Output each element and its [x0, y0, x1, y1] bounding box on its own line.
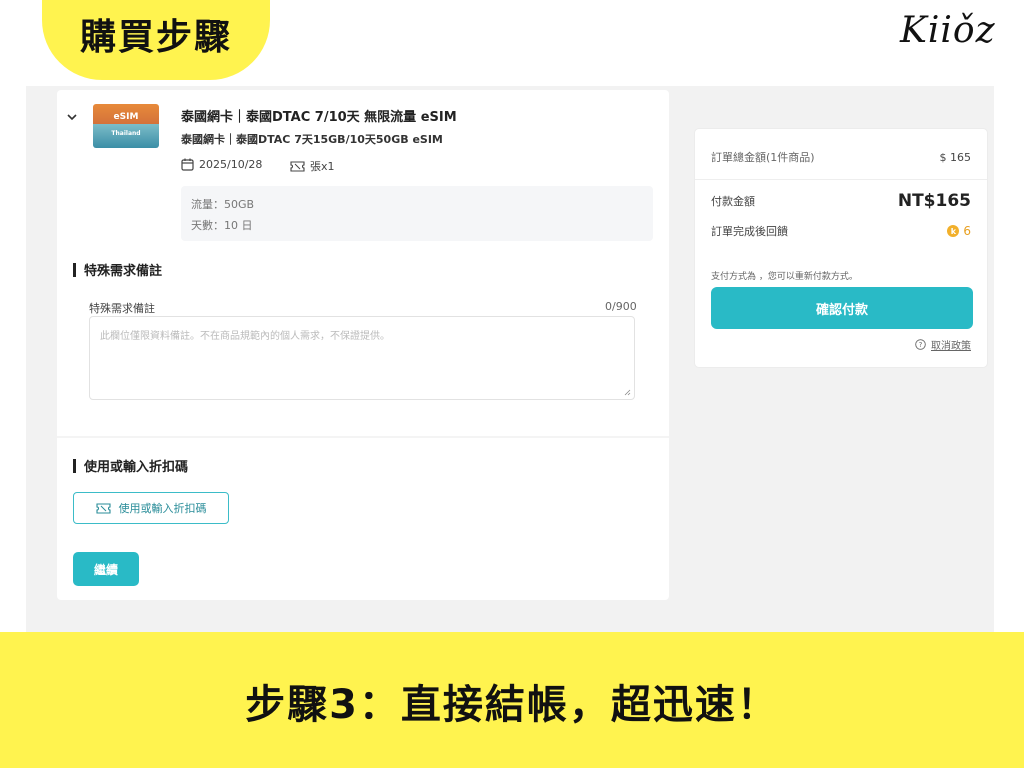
section-marker [73, 262, 76, 277]
thumbnail-sublabel: Thailand [111, 130, 141, 137]
product-thumbnail: eSIM Thailand [93, 104, 159, 148]
page-title: 購買步驟 [79, 17, 232, 58]
header-title-tab: 購買步驟 [42, 0, 270, 80]
coupon-title: 使用或輸入折扣碼 [84, 460, 189, 475]
reward-points: k 6 [947, 224, 971, 238]
checkout-screen: eSIM Thailand 泰國網卡｜泰國DTAC 7/10天 無限流量 eSI… [26, 86, 994, 632]
product-date: 2025/10/28 [181, 158, 262, 171]
coupon-icon [95, 502, 111, 514]
spec-days: 天數：10 日 [191, 219, 253, 232]
reward-value: 6 [963, 224, 971, 238]
reward-label: 訂單完成後回饋 [711, 225, 788, 238]
summary-divider [695, 179, 987, 180]
product-quantity: 張x1 [290, 158, 335, 174]
special-request-title: 特殊需求備註 [84, 264, 163, 279]
special-request-label: 特殊需求備註 [89, 302, 155, 315]
quantity-text: 張x1 [310, 160, 335, 173]
char-counter: 0/900 [605, 300, 637, 313]
ticket-icon [290, 160, 305, 172]
summary-total-row: 訂單總金額(1件商品) $ 165 [711, 149, 971, 165]
special-request-textarea[interactable]: 此欄位僅限資料備註。不在商品規範內的個人需求，不保證提供。 [89, 316, 635, 400]
pay-amount: NT$165 [897, 191, 971, 211]
thumbnail-label: eSIM [113, 112, 139, 122]
policy-label: 取消政策 [931, 341, 971, 352]
product-subtitle: 泰國網卡｜泰國DTAC 7天15GB/10天50GB eSIM [181, 133, 443, 146]
total-label: 訂單總金額(1件商品) [711, 151, 815, 164]
total-value: $ 165 [939, 150, 972, 164]
product-specs: 流量：50GB 天數：10 日 [181, 186, 653, 241]
chevron-down-icon[interactable] [67, 112, 77, 122]
brand-logo: Kiiǒz [900, 10, 996, 51]
calendar-icon [181, 158, 194, 171]
continue-button[interactable]: 繼續 [73, 552, 139, 586]
order-summary-card: 訂單總金額(1件商品) $ 165 付款金額 NT$165 訂單完成後回饋 k … [694, 128, 988, 368]
spec-data: 流量：50GB [191, 198, 255, 211]
textarea-placeholder: 此欄位僅限資料備註。不在商品規範內的個人需求，不保證提供。 [100, 331, 390, 342]
special-request-heading: 特殊需求備註 [73, 260, 162, 279]
coin-icon: k [947, 225, 960, 237]
coupon-button-label: 使用或輸入折扣碼 [118, 502, 207, 515]
section-divider [57, 436, 669, 438]
coupon-heading: 使用或輸入折扣碼 [73, 456, 188, 475]
caption-banner: 步驟3：直接結帳，超迅速！ [0, 632, 1024, 768]
payment-note: 支付方式為 ，您可以重新付款方式。 [711, 272, 858, 282]
resize-handle-icon[interactable] [624, 389, 631, 396]
cancel-policy-link[interactable]: ? 取消政策 [915, 337, 971, 352]
section-marker [73, 458, 76, 473]
pay-label: 付款金額 [711, 195, 755, 208]
coupon-button[interactable]: 使用或輸入折扣碼 [73, 492, 229, 524]
confirm-payment-button[interactable]: 確認付款 [711, 287, 973, 329]
order-panel: eSIM Thailand 泰國網卡｜泰國DTAC 7/10天 無限流量 eSI… [57, 90, 669, 600]
date-text: 2025/10/28 [199, 158, 263, 171]
question-icon: ? [915, 339, 926, 350]
step-caption: 步驟3：直接結帳，超迅速！ [245, 682, 779, 728]
summary-reward-row: 訂單完成後回饋 k 6 [711, 223, 971, 239]
summary-pay-row: 付款金額 NT$165 [711, 191, 971, 211]
svg-text:?: ? [919, 341, 923, 349]
product-title: 泰國網卡｜泰國DTAC 7/10天 無限流量 eSIM [181, 110, 457, 125]
